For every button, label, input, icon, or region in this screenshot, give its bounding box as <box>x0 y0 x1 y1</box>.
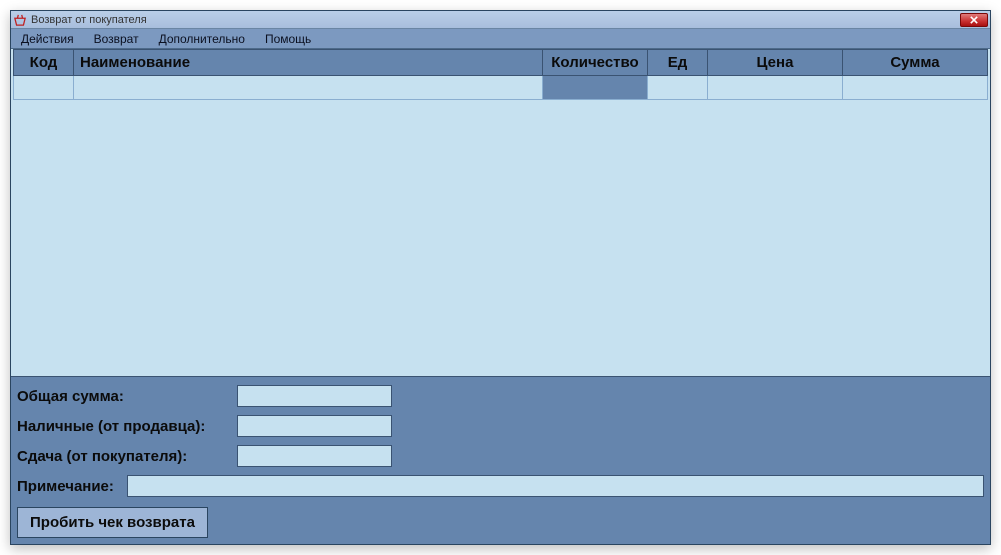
row-change: Сдача (от покупателя): <box>17 445 984 467</box>
submit-return-button[interactable]: Пробить чек возврата <box>17 507 208 538</box>
menubar: Действия Возврат Дополнительно Помощь <box>11 29 990 49</box>
cell-sum[interactable] <box>843 76 988 100</box>
col-header-code[interactable]: Код <box>14 50 74 76</box>
cell-unit[interactable] <box>648 76 708 100</box>
cell-qty[interactable] <box>543 76 648 100</box>
return-window: Возврат от покупателя Действия Возврат Д… <box>10 10 991 545</box>
button-row: Пробить чек возврата <box>17 505 984 538</box>
col-header-qty[interactable]: Количество <box>543 50 648 76</box>
items-table[interactable]: Код Наименование Количество Ед Цена Сумм… <box>13 49 988 100</box>
bottom-panel: Общая сумма: Наличные (от продавца): Сда… <box>11 376 990 544</box>
change-input[interactable] <box>237 445 392 467</box>
cash-input[interactable] <box>237 415 392 437</box>
cell-name[interactable] <box>74 76 543 100</box>
basket-icon <box>13 14 27 26</box>
row-cash: Наличные (от продавца): <box>17 415 984 437</box>
row-total: Общая сумма: <box>17 385 984 407</box>
cash-label: Наличные (от продавца): <box>17 418 237 435</box>
change-label: Сдача (от покупателя): <box>17 448 237 465</box>
titlebar[interactable]: Возврат от покупателя <box>11 11 990 29</box>
total-label: Общая сумма: <box>17 388 237 405</box>
table-row[interactable] <box>14 76 988 100</box>
menu-extra[interactable]: Дополнительно <box>149 29 255 48</box>
note-label: Примечание: <box>17 478 127 495</box>
col-header-price[interactable]: Цена <box>708 50 843 76</box>
grid-wrap: Код Наименование Количество Ед Цена Сумм… <box>13 49 988 376</box>
col-header-name[interactable]: Наименование <box>74 50 543 76</box>
window-title: Возврат от покупателя <box>31 14 960 26</box>
cell-price[interactable] <box>708 76 843 100</box>
menu-help[interactable]: Помощь <box>255 29 321 48</box>
col-header-unit[interactable]: Ед <box>648 50 708 76</box>
menu-return[interactable]: Возврат <box>84 29 149 48</box>
col-header-sum[interactable]: Сумма <box>843 50 988 76</box>
note-input[interactable] <box>127 475 984 497</box>
content-area: Код Наименование Количество Ед Цена Сумм… <box>11 49 990 544</box>
total-input[interactable] <box>237 385 392 407</box>
row-note: Примечание: <box>17 475 984 497</box>
close-button[interactable] <box>960 13 988 27</box>
cell-code[interactable] <box>14 76 74 100</box>
menu-actions[interactable]: Действия <box>11 29 84 48</box>
